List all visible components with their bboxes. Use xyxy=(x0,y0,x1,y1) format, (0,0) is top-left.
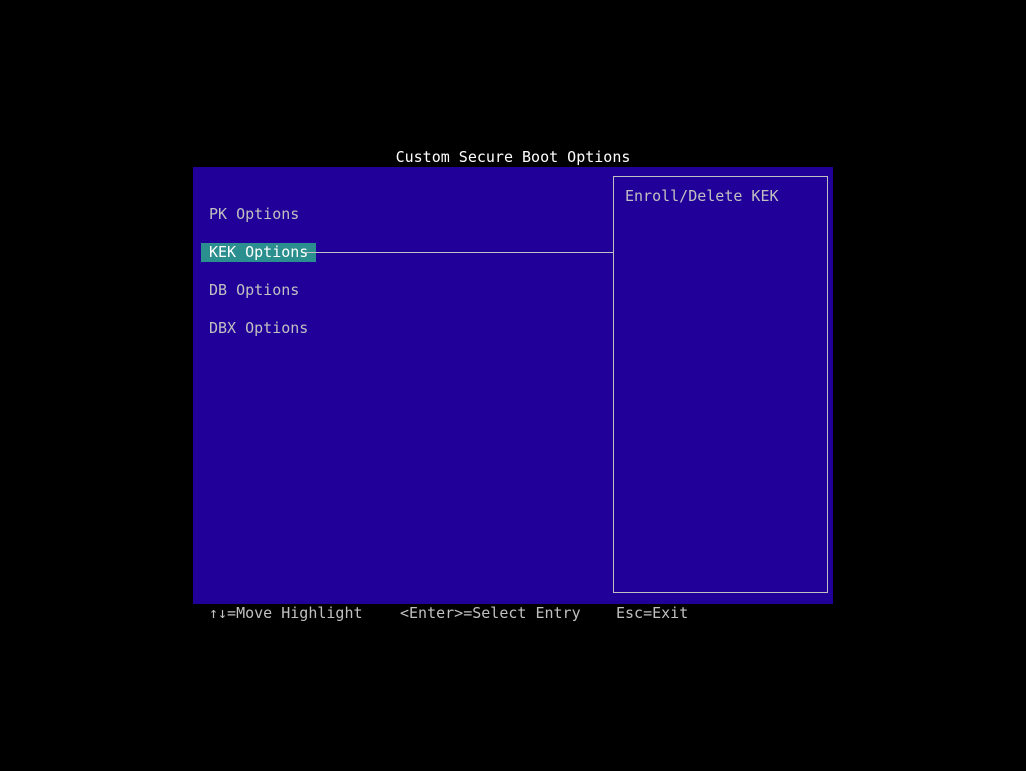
menu-item-pk-options[interactable]: PK Options xyxy=(201,205,307,224)
menu-item-db-options[interactable]: DB Options xyxy=(201,281,307,300)
help-connector-line xyxy=(305,252,613,253)
footer-move-hint: ↑↓=Move Highlight xyxy=(209,604,363,622)
menu-item-dbx-options[interactable]: DBX Options xyxy=(201,319,316,338)
setup-panel: PK Options KEK Options DB Options DBX Op… xyxy=(193,167,833,604)
help-box: Enroll/Delete KEK xyxy=(613,176,828,593)
footer-select-hint: <Enter>=Select Entry xyxy=(400,604,581,622)
menu-item-kek-options[interactable]: KEK Options xyxy=(201,243,317,262)
help-text: Enroll/Delete KEK xyxy=(625,187,779,205)
bios-screen: Custom Secure Boot Options PK Options KE… xyxy=(0,0,1026,771)
page-title: Custom Secure Boot Options xyxy=(395,148,631,166)
footer-exit-hint: Esc=Exit xyxy=(616,604,689,622)
